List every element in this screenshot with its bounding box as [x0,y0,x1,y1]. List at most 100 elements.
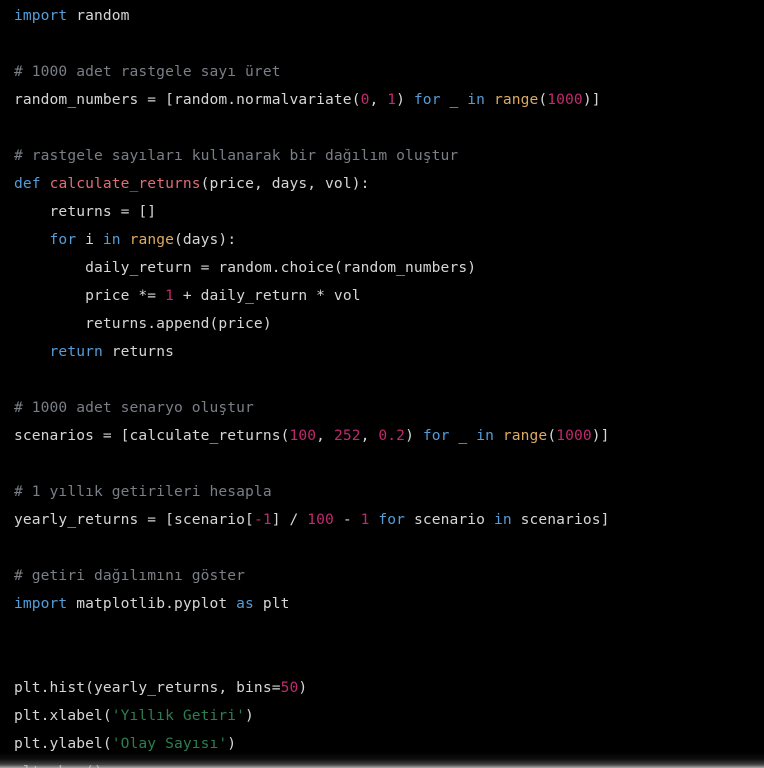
code-token-plain: ] / [271,511,308,528]
code-token-plain: plt.show() [14,763,103,768]
code-token-number: 100 [289,427,317,444]
code-token-number: 50 [280,679,299,696]
code-token-number: 1 [165,287,174,304]
code-line[interactable] [0,114,764,142]
code-token-op: = [147,91,166,108]
code-line[interactable]: plt.ylabel('Olay Sayısı') [0,730,764,758]
code-token-plain: ) [245,707,254,724]
code-token-plain: _ [440,91,468,108]
code-line[interactable]: def calculate_returns(price, days, vol): [0,170,764,198]
code-token-keyword: in [102,231,121,248]
code-token-number: 252 [333,427,361,444]
code-token-number: -1 [253,511,272,528]
code-token-keyword: import [14,7,68,24]
code-token-keyword: def [14,175,41,192]
code-token-plain: (days): [174,231,237,248]
code-line[interactable] [0,366,764,394]
code-token-plain: returns [14,203,121,220]
code-line[interactable] [0,30,764,58]
code-content[interactable]: import random # 1000 adet rastgele sayı … [0,0,764,768]
code-line[interactable] [0,534,764,562]
code-token-plain: , [360,427,379,444]
code-line[interactable]: price *= 1 + daily_return * vol [0,282,764,310]
code-line[interactable]: yearly_returns = [scenario[-1] / 100 - 1… [0,506,764,534]
code-token-plain: ) [227,735,237,752]
code-token-builtin: range [129,231,174,248]
code-token-plain: random_numbers [14,91,148,108]
code-line[interactable]: for i in range(days): [0,226,764,254]
code-token-keyword: as [236,595,254,612]
code-line[interactable]: plt.xlabel('Yıllık Getiri') [0,702,764,730]
code-token-builtin: range [493,91,539,108]
code-token-op: = [271,679,281,696]
code-token-plain: scenario [405,511,494,528]
code-token-plain: ) [396,91,414,108]
code-token-number: 0.2 [378,427,406,444]
code-line[interactable]: daily_return = random.choice(random_numb… [0,254,764,282]
code-line[interactable] [0,646,764,674]
code-token-plain: (price, days, vol): [200,175,370,192]
code-token-keyword: for [378,511,406,528]
code-line[interactable]: # 1000 adet rastgele sayı üret [0,58,764,86]
code-token-plain: i [76,231,103,248]
code-editor[interactable]: import random # 1000 adet rastgele sayı … [0,0,764,768]
code-line[interactable]: scenarios = [calculate_returns(100, 252,… [0,422,764,450]
code-line[interactable] [0,450,764,478]
code-token-number: 1000 [556,427,592,444]
code-line[interactable]: # rastgele sayıları kullanarak bir dağıl… [0,142,764,170]
code-token-plain: returns [102,343,174,360]
code-token-string: 'Yıllık Getiri' [111,707,246,724]
code-token-comment: # rastgele sayıları kullanarak bir dağıl… [14,147,459,164]
code-token-keyword: in [467,91,486,108]
code-token-string: 'Olay Sayısı' [111,735,228,752]
code-token-plain: , [369,91,388,108]
code-line[interactable]: plt.hist(yearly_returns, bins=50) [0,674,764,702]
code-token-plain: daily_return [14,259,201,276]
code-token-plain: - [333,511,361,528]
code-line[interactable]: # 1000 adet senaryo oluştur [0,394,764,422]
code-token-plain: plt.ylabel( [14,735,112,752]
code-token-plain: yearly_returns [14,511,148,528]
code-token-op: *= [138,287,166,304]
code-token-keyword: in [476,427,494,444]
code-token-plain: [scenario[ [165,511,254,528]
code-token-plain: plt [253,595,290,612]
code-line[interactable]: return returns [0,338,764,366]
code-line[interactable]: import random [0,2,764,30]
code-token-number: 100 [307,511,334,528]
code-token-plain: ( [547,427,557,444]
code-token-plain: ( [538,91,548,108]
code-line[interactable]: returns = [] [0,198,764,226]
code-token-plain: plt.hist(yearly_returns, bins [14,679,272,696]
code-line[interactable] [0,618,764,646]
code-line[interactable]: # 1 yıllık getirileri hesapla [0,478,764,506]
code-line[interactable]: random_numbers = [random.normalvariate(0… [0,86,764,114]
code-token-plain: plt.xlabel( [14,707,112,724]
code-token-plain: )] [591,427,610,444]
code-token-comment: # 1 yıllık getirileri hesapla [14,483,272,500]
code-token-keyword: for [413,91,441,108]
code-token-op: = [200,259,219,276]
code-token-keyword: for [422,427,450,444]
code-line[interactable]: import matplotlib.pyplot as plt [0,590,764,618]
code-line[interactable]: returns.append(price) [0,310,764,338]
code-token-plain: ) [405,427,423,444]
code-token-plain: random.choice(random_numbers) [218,259,477,276]
code-line[interactable]: plt.show() [0,758,764,768]
code-token-keyword: for [49,231,77,248]
code-token-comment: # 1000 adet rastgele sayı üret [14,63,281,80]
code-token-number: 1000 [547,91,583,108]
code-token-plain: )] [582,91,601,108]
code-token-builtin: range [502,427,548,444]
code-token-plain: ) [298,679,308,696]
code-line[interactable]: # getiri dağılımını göster [0,562,764,590]
code-token-plain: + daily_return * vol [173,287,361,304]
code-token-op: = [147,511,166,528]
code-token-comment: # getiri dağılımını göster [14,567,246,584]
